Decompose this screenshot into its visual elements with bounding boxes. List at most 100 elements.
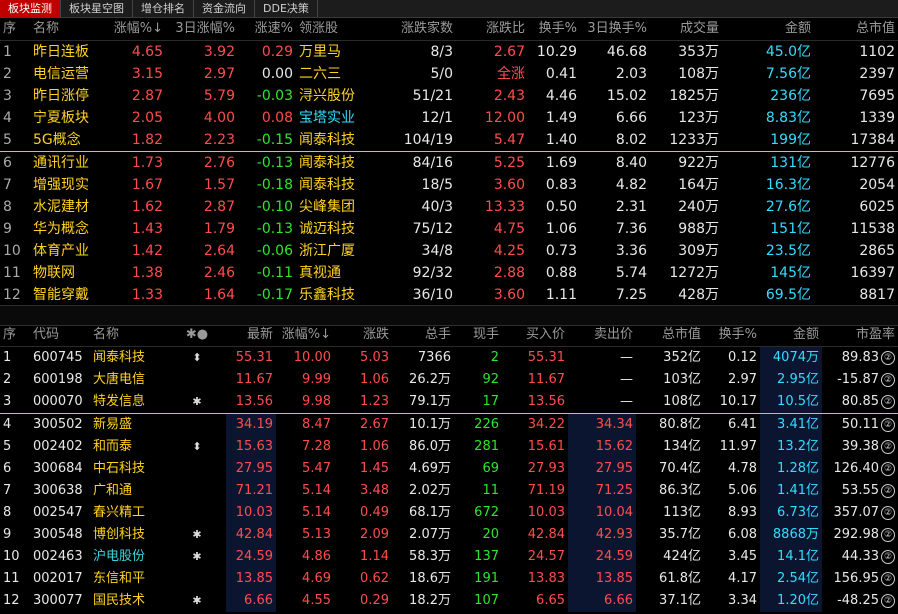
leader-stock[interactable]: 浔兴股份 [296, 85, 376, 107]
stock-name[interactable]: 东信和平 [90, 568, 168, 590]
col-amount[interactable]: 金额 [760, 324, 822, 347]
stock-name[interactable]: 闻泰科技 [90, 347, 168, 370]
sector-row[interactable]: 1 昨日连板 4.65 3.92 0.29 万里马 8/3 2.67 10.29 46.68 353… [0, 41, 898, 64]
col-change[interactable]: 涨跌 [334, 324, 392, 347]
col-marks[interactable]: ✱● [168, 324, 226, 347]
change: 0.29 [360, 593, 389, 608]
col-updown-ratio[interactable]: 涨跌比 [456, 18, 528, 41]
sector-name[interactable]: 物联网 [30, 262, 110, 284]
stock-row[interactable]: 1 600745 闻泰科技 ⬍ 55.31 10.00 5.03 7366 2 55.31 — 352… [0, 346, 898, 370]
stock-row[interactable]: 2 600198 大唐电信 11.67 9.99 1.06 26.2万 92 11.67 — 103… [0, 369, 898, 391]
stock-row[interactable]: 8 002547 春兴精工 10.03 5.14 0.49 68.1万 672 10.03 10.… [0, 502, 898, 524]
updown-arrow-icon: ⬍ [192, 440, 202, 453]
leader-stock[interactable]: 乐鑫科技 [296, 284, 376, 306]
stock-name[interactable]: 春兴精工 [90, 502, 168, 524]
col-code[interactable]: 代码 [30, 324, 90, 347]
leader-stock[interactable]: 宝塔实业 [296, 107, 376, 129]
tab-dde[interactable]: DDE决策 [255, 0, 318, 17]
sector-name[interactable]: 昨日连板 [30, 41, 110, 64]
sector-row[interactable]: 6 通讯行业 1.73 2.76 -0.13 闻泰科技 84/16 5.25 1.69 8.40 9… [0, 152, 898, 175]
stock-name[interactable]: 和而泰 [90, 436, 168, 458]
col-change-pct[interactable]: 涨幅%↓ [110, 18, 166, 41]
leader-stock[interactable]: 诚迈科技 [296, 218, 376, 240]
col-speed[interactable]: 涨速% [238, 18, 296, 41]
col-name[interactable]: 名称 [90, 324, 168, 347]
leader-stock[interactable]: 万里马 [296, 41, 376, 64]
stock-name[interactable]: 沪电股份 [90, 546, 168, 568]
stock-name[interactable]: 新易盛 [90, 414, 168, 437]
stock-row[interactable]: 3 000070 特发信息 ✱ 13.56 9.98 1.23 79.1万 17 13.56—10… [0, 391, 898, 414]
col-latest[interactable]: 最新 [226, 324, 276, 347]
col-updown-count[interactable]: 涨跌家数 [376, 18, 456, 41]
leader-stock[interactable]: 浙江广厦 [296, 240, 376, 262]
sector-row[interactable]: 11 物联网 1.38 2.46 -0.11 真视通 92/32 2.88 0.88 5.74 12… [0, 262, 898, 284]
stock-name[interactable]: 大唐电信 [90, 369, 168, 391]
col-index[interactable]: 序 [0, 324, 30, 347]
col-ask[interactable]: 卖出价 [568, 324, 636, 347]
turnover: 1.69 [545, 155, 577, 171]
leader-stock[interactable]: 闻泰科技 [296, 174, 376, 196]
stock-name[interactable]: 特发信息 [90, 391, 168, 414]
panel-divider[interactable] [0, 305, 898, 326]
stock-row[interactable]: 12 300077 国民技术 ✱ 6.66 4.55 0.29 18.2万 107 6.65 6.6… [0, 590, 898, 612]
sector-name[interactable]: 昨日涨停 [30, 85, 110, 107]
sector-name[interactable]: 体育产业 [30, 240, 110, 262]
current-volume: 92 [482, 372, 499, 387]
stock-row[interactable]: 5 002402 和而泰 ⬍ 15.63 7.28 1.06 86.0万 281 15.61 15.… [0, 436, 898, 458]
sector-name[interactable]: 水泥建材 [30, 196, 110, 218]
col-bid[interactable]: 买入价 [502, 324, 568, 347]
col-market-cap[interactable]: 总市值 [636, 324, 704, 347]
sector-name[interactable]: 5G概念 [30, 129, 110, 152]
stock-name[interactable]: 博创科技 [90, 524, 168, 546]
stock-row[interactable]: 4 300502 新易盛 34.19 8.47 2.67 10.1万 226 34.22 34.3… [0, 413, 898, 437]
col-turnover[interactable]: 换手% [704, 324, 760, 347]
leader-stock[interactable]: 闻泰科技 [296, 129, 376, 152]
col-3day-turnover[interactable]: 3日换手% [580, 18, 650, 41]
sector-name[interactable]: 通讯行业 [30, 152, 110, 175]
sector-name[interactable]: 华为概念 [30, 218, 110, 240]
sector-row[interactable]: 10 体育产业 1.42 2.64 -0.06 浙江广厦 34/8 4.25 0.73 3.36 3… [0, 240, 898, 262]
stock-name[interactable]: 国民技术 [90, 590, 168, 612]
tab-fund-flow[interactable]: 资金流向 [194, 0, 255, 17]
stock-row[interactable]: 9 300548 博创科技 ✱ 42.84 5.13 2.09 2.07万 20 42.84 42.… [0, 524, 898, 546]
col-amount[interactable]: 金额 [722, 18, 814, 41]
sector-name[interactable]: 宁夏板块 [30, 107, 110, 129]
leader-stock[interactable]: 闻泰科技 [296, 152, 376, 175]
stock-row[interactable]: 10 002463 沪电股份 ✱ 24.59 4.86 1.14 58.3万 137 24.57 2… [0, 546, 898, 568]
col-market-cap[interactable]: 总市值 [814, 18, 898, 41]
volume: 123万 [678, 110, 719, 126]
col-change-pct[interactable]: 涨幅%↓ [276, 324, 334, 347]
sector-row[interactable]: 8 水泥建材 1.62 2.87 -0.10 尖峰集团 40/3 13.33 0.50 2.31 2… [0, 196, 898, 218]
col-3day-change[interactable]: 3日涨幅% [166, 18, 238, 41]
col-volume[interactable]: 成交量 [650, 18, 722, 41]
sector-row[interactable]: 5 5G概念 1.82 2.23 -0.15 闻泰科技 104/19 5.47 1.40 8.02… [0, 129, 898, 152]
stock-row[interactable]: 11 002017 东信和平 13.85 4.69 0.62 18.6万 191 13.83 13… [0, 568, 898, 590]
leader-stock[interactable]: 真视通 [296, 262, 376, 284]
sector-row[interactable]: 3 昨日涨停 2.87 5.79 -0.03 浔兴股份 51/21 2.43 4.46 15.02… [0, 85, 898, 107]
col-turnover[interactable]: 换手% [528, 18, 580, 41]
col-index[interactable]: 序 [0, 18, 30, 41]
sector-name[interactable]: 电信运营 [30, 63, 110, 85]
col-name[interactable]: 名称 [30, 18, 110, 41]
sector-row[interactable]: 12 智能穿戴 1.33 1.64 -0.17 乐鑫科技 36/10 3.60 1.11 7.25… [0, 284, 898, 306]
sector-row[interactable]: 7 增强现实 1.67 1.57 -0.18 闻泰科技 18/5 3.60 0.83 4.82 16… [0, 174, 898, 196]
stock-row[interactable]: 7 300638 广和通 71.21 5.14 3.48 2.02万 11 71.19 71.25… [0, 480, 898, 502]
stock-row[interactable]: 6 300684 中石科技 27.95 5.47 1.45 4.69万 69 27.93 27.9… [0, 458, 898, 480]
tab-position-rank[interactable]: 增仓排名 [133, 0, 194, 17]
col-pe[interactable]: 市盈率 [822, 324, 898, 347]
sector-row[interactable]: 4 宁夏板块 2.05 4.00 0.08 宝塔实业 12/1 12.00 1.49 6.66 12… [0, 107, 898, 129]
leader-stock[interactable]: 尖峰集团 [296, 196, 376, 218]
sector-row[interactable]: 9 华为概念 1.43 1.79 -0.13 诚迈科技 75/12 4.75 1.06 7.36 9… [0, 218, 898, 240]
stock-name[interactable]: 广和通 [90, 480, 168, 502]
col-leader[interactable]: 领涨股 [296, 18, 376, 41]
col-current-volume[interactable]: 现手 [454, 324, 502, 347]
tab-sector-starmap[interactable]: 板块星空图 [61, 0, 133, 17]
sector-name[interactable]: 增强现实 [30, 174, 110, 196]
tab-sector-monitor[interactable]: 板块监测 [0, 0, 61, 17]
sector-name[interactable]: 智能穿戴 [30, 284, 110, 306]
sector-row[interactable]: 2 电信运营 3.15 2.97 0.00 二六三 5/0 全涨 0.41 2.03 108万 7.5… [0, 63, 898, 85]
three-day-turnover: 2.03 [615, 66, 647, 82]
leader-stock[interactable]: 二六三 [296, 63, 376, 85]
col-total-volume[interactable]: 总手 [392, 324, 454, 347]
stock-name[interactable]: 中石科技 [90, 458, 168, 480]
